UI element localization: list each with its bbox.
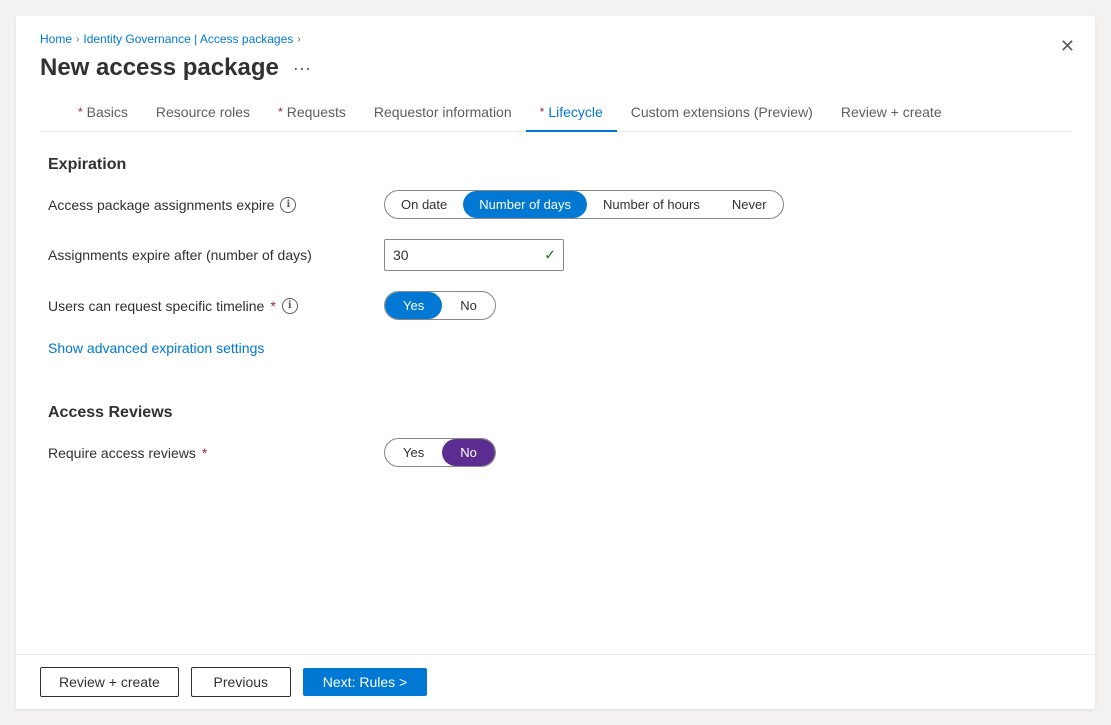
timeline-info-icon[interactable]: ℹ [282, 298, 298, 314]
expiration-section: Expiration Access package assignments ex… [48, 156, 1063, 384]
main-card: Home › Identity Governance | Access pack… [16, 16, 1095, 709]
timeline-row: Users can request specific timeline * ℹ … [48, 291, 1063, 320]
access-reviews-section: Access Reviews Require access reviews * … [48, 404, 1063, 467]
timeline-yes-btn[interactable]: Yes [385, 292, 442, 319]
tab-basics[interactable]: * Basics [64, 94, 142, 132]
expire-days-input[interactable] [384, 239, 564, 271]
expire-number-of-days-btn[interactable]: Number of days [463, 191, 587, 218]
tab-custom-extensions-label: Custom extensions (Preview) [631, 104, 813, 120]
expire-number-of-hours-btn[interactable]: Number of hours [587, 191, 716, 218]
tab-lifecycle-label: Lifecycle [548, 104, 602, 120]
ellipsis-button[interactable]: ··· [287, 56, 317, 81]
expire-days-row: Assignments expire after (number of days… [48, 239, 1063, 271]
require-reviews-row: Require access reviews * Yes No [48, 438, 1063, 467]
expire-never-btn[interactable]: Never [716, 191, 783, 218]
timeline-no-btn[interactable]: No [442, 292, 495, 319]
require-reviews-label: Require access reviews * [48, 445, 368, 461]
expire-days-input-wrapper: ✓ [384, 239, 564, 271]
timeline-required-star: * [270, 298, 275, 314]
page-title-row: New access package ··· [40, 54, 1071, 82]
tab-basics-star: * [78, 105, 83, 119]
tab-resource-roles-label: Resource roles [156, 104, 250, 120]
breadcrumb-home[interactable]: Home [40, 32, 72, 46]
expiration-title: Expiration [48, 156, 1063, 174]
require-reviews-yes-btn[interactable]: Yes [385, 439, 442, 466]
tab-resource-roles[interactable]: Resource roles [142, 94, 264, 132]
access-reviews-title: Access Reviews [48, 404, 1063, 422]
tab-requests-star: * [278, 105, 283, 119]
tab-requests-label: Requests [287, 104, 346, 120]
advanced-expiration-link[interactable]: Show advanced expiration settings [48, 340, 264, 356]
previous-button[interactable]: Previous [191, 667, 291, 697]
page-title: New access package [40, 54, 279, 82]
timeline-segment-control: Yes No [384, 291, 496, 320]
assignments-expire-label: Access package assignments expire ℹ [48, 197, 368, 213]
page-wrapper: Home › Identity Governance | Access pack… [0, 0, 1111, 725]
tab-custom-extensions[interactable]: Custom extensions (Preview) [617, 94, 827, 132]
close-icon: ✕ [1060, 36, 1075, 56]
timeline-label: Users can request specific timeline * ℹ [48, 298, 368, 314]
assignments-expire-info-icon[interactable]: ℹ [280, 197, 296, 213]
assignments-expire-row: Access package assignments expire ℹ On d… [48, 190, 1063, 219]
next-rules-button[interactable]: Next: Rules > [303, 668, 427, 696]
expire-segment-control: On date Number of days Number of hours N… [384, 190, 784, 219]
breadcrumb-governance[interactable]: Identity Governance | Access packages [83, 32, 293, 46]
review-create-button[interactable]: Review + create [40, 667, 179, 697]
require-reviews-segment-control: Yes No [384, 438, 496, 467]
tab-lifecycle[interactable]: * Lifecycle [526, 94, 617, 132]
card-footer: Review + create Previous Next: Rules > [16, 654, 1095, 709]
require-reviews-no-btn[interactable]: No [442, 439, 495, 466]
tab-requestor-info-label: Requestor information [374, 104, 512, 120]
breadcrumb-sep2: › [297, 34, 300, 45]
card-header: Home › Identity Governance | Access pack… [16, 16, 1095, 132]
expire-days-label: Assignments expire after (number of days… [48, 247, 368, 263]
breadcrumb-sep1: › [76, 34, 79, 45]
require-reviews-required-star: * [202, 445, 207, 461]
breadcrumb: Home › Identity Governance | Access pack… [40, 32, 1071, 46]
tabs-bar: * Basics Resource roles * Requests Reque… [40, 94, 1071, 132]
tab-basics-label: Basics [87, 104, 128, 120]
card-body: Expiration Access package assignments ex… [16, 132, 1095, 654]
tab-lifecycle-star: * [540, 105, 545, 119]
tab-review-create-label: Review + create [841, 104, 942, 120]
expire-on-date-btn[interactable]: On date [385, 191, 463, 218]
tab-requestor-info[interactable]: Requestor information [360, 94, 526, 132]
tab-review-create[interactable]: Review + create [827, 94, 956, 132]
close-button[interactable]: ✕ [1056, 32, 1079, 61]
tab-requests[interactable]: * Requests [264, 94, 360, 132]
